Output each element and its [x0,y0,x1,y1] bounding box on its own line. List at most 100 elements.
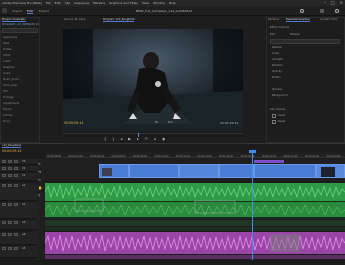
sync-icon[interactable] [8,184,12,187]
minimize-icon[interactable]: – [324,0,326,5]
menu-clip[interactable]: Clip [65,1,71,5]
video-clip[interactable] [179,164,219,178]
sync-icon[interactable] [8,233,12,236]
bin-item[interactable]: A-Roll [1,59,38,64]
eye-icon[interactable] [14,203,18,206]
eye-icon[interactable] [14,221,18,224]
audio-waveform-magenta[interactable] [45,232,345,254]
lock-icon[interactable] [2,247,6,250]
tab-lumetri[interactable]: Lumetri Color [320,18,338,21]
menu-window[interactable]: Window [153,1,165,5]
lock-icon[interactable] [2,184,6,187]
lock-icon[interactable] [2,221,6,224]
eye-icon[interactable] [14,174,18,177]
sync-icon[interactable] [8,167,12,170]
reset-checkbox[interactable] [272,120,276,124]
bin-item[interactable]: V-Roll [1,53,38,58]
section-shadow[interactable]: Shadow [272,88,282,91]
eye-icon[interactable] [14,184,18,187]
mark-out-icon[interactable]: } [112,137,114,141]
bin-item[interactable]: Archive [1,113,38,118]
close-icon[interactable]: × [340,0,343,5]
bin-item[interactable]: Music_Score [1,77,38,82]
eye-icon[interactable] [14,160,18,163]
track-select-icon[interactable]: ⇥ [38,170,41,174]
section-background[interactable]: Background [272,94,287,97]
level-checkbox[interactable] [272,114,276,118]
bin-item[interactable]: SFX [1,89,38,94]
menu-view[interactable]: View [142,1,149,5]
export-frame-icon[interactable]: ◉ [162,137,165,141]
menu-edit[interactable]: Edit [55,1,61,5]
lock-icon[interactable] [2,160,6,163]
bin-item[interactable]: Audio [1,71,38,76]
type-tool-icon[interactable]: T [38,194,40,198]
sync-icon[interactable] [8,203,12,206]
selection-tool-icon[interactable]: ↖ [38,162,41,166]
sync-icon[interactable] [8,221,12,224]
program-monitor-viewer[interactable] [63,29,243,131]
step-back-icon[interactable]: ◂ [120,137,122,141]
mark-in-icon[interactable]: { [104,137,106,141]
menu-graphics[interactable]: Graphics and Titles [109,1,138,5]
bin-item[interactable]: Proxy [1,119,38,124]
home-icon[interactable] [2,8,7,13]
eye-icon[interactable] [14,233,18,236]
project-search-input[interactable] [2,28,38,33]
menu-markers[interactable]: Markers [93,1,105,5]
tab-program[interactable]: Program: v14_RoughCut [103,18,135,22]
tab-timeline[interactable]: v14_RoughCut [2,144,21,148]
section-animate[interactable]: Animate [272,58,283,61]
quality-dropdown[interactable]: Full [168,121,172,124]
bin-item[interactable]: Graphics [1,65,38,70]
timeline-timecode[interactable]: 00:00:09:14 [2,149,21,153]
app-menu-item[interactable]: Adobe Premiere Pro (Beta) [2,1,42,5]
razor-tool-icon[interactable]: ✂ [38,178,41,182]
workspace-export[interactable]: Export [39,9,49,13]
maximize-icon[interactable]: □ [331,0,335,5]
lock-icon[interactable] [2,174,6,177]
sync-icon[interactable] [8,160,12,163]
graphic-layer-row[interactable] [270,39,340,44]
menu-sequence[interactable]: Sequence [74,1,89,5]
tab-essential-graphics[interactable]: Essential Graphics [286,18,310,22]
lock-icon[interactable] [2,233,6,236]
bin-item[interactable]: Footage [1,95,38,100]
bin-path[interactable]: Chinematic_v14_20250228_13 [2,23,39,26]
bin-item[interactable]: Adjustments [1,101,38,106]
help-icon[interactable] [335,9,339,13]
section-browse[interactable]: Browse [290,33,299,36]
workspace-edit[interactable]: Edit [27,9,33,14]
video-clip[interactable] [316,164,345,178]
video-clip[interactable] [254,164,316,178]
bin-item[interactable]: Voice_Over [1,83,38,88]
tab-project[interactable]: Project: Cinematic [2,18,26,22]
eye-icon[interactable] [14,247,18,250]
playhead-handle[interactable] [249,150,256,153]
lock-icon[interactable] [2,167,6,170]
graphics-clip[interactable] [254,160,284,163]
video-clip[interactable] [219,164,254,178]
bin-item[interactable]: Stills [1,41,38,46]
sync-icon[interactable] [8,247,12,250]
play-icon[interactable]: ▶ [128,137,131,141]
bin-item[interactable]: Sequences [1,35,38,40]
insert-icon[interactable]: ⊓ [145,137,148,141]
eye-icon[interactable] [14,167,18,170]
lock-icon[interactable] [2,203,6,206]
share-icon[interactable] [320,9,324,13]
menu-file[interactable]: File [46,1,51,5]
sync-icon[interactable] [8,174,12,177]
menu-help[interactable]: Help [169,1,176,5]
step-forward-icon[interactable]: ▸ [137,137,139,141]
video-clip[interactable] [129,164,179,178]
section-edit[interactable]: Edit [270,33,275,36]
tab-libraries[interactable]: Libraries [268,18,279,21]
search-icon[interactable] [300,9,304,13]
section-clip-volume[interactable]: Clip Volume [270,108,285,111]
tab-source[interactable]: Source: No Clips [64,18,85,21]
section-effect-controls[interactable]: Effect Controls [270,26,289,29]
video-clip[interactable] [99,164,129,178]
hand-tool-icon[interactable]: ✋ [38,186,42,190]
program-timecode[interactable]: 00:00:09:14 [64,121,83,125]
